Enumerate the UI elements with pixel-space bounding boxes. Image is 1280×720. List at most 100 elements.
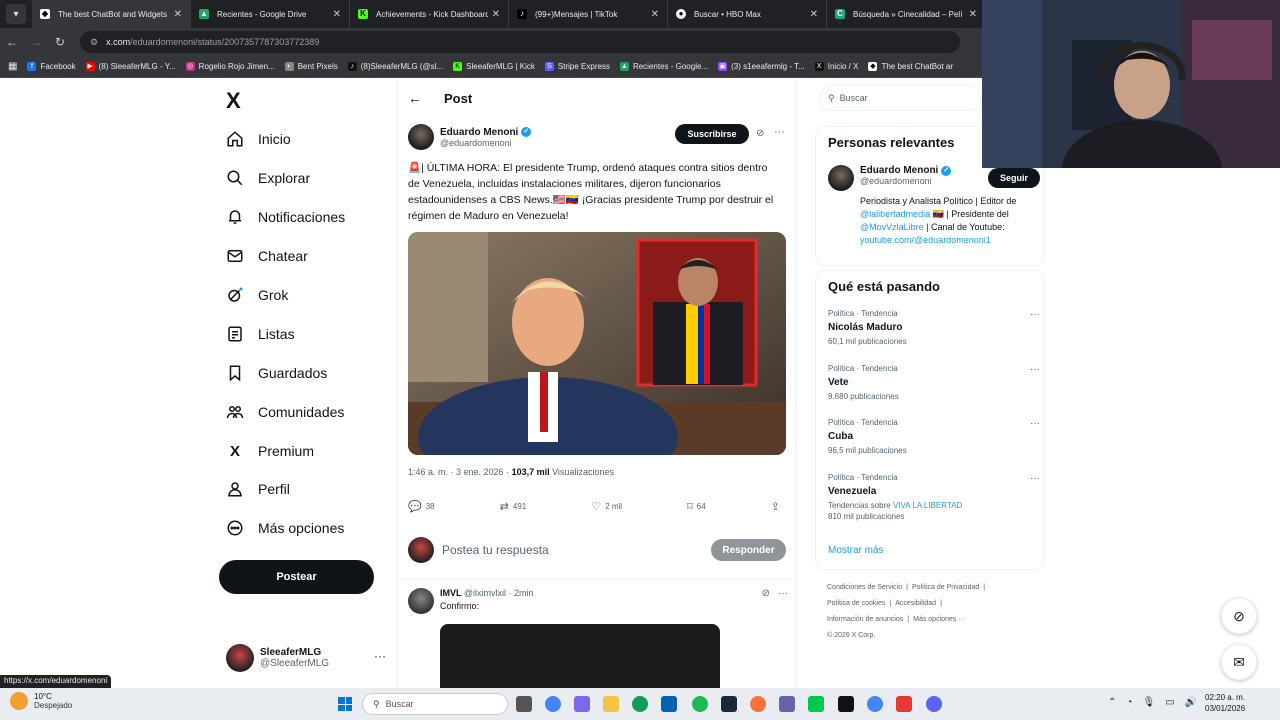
bookmark-item[interactable]: f Facebook <box>27 62 76 71</box>
close-tab-icon[interactable]: ✕ <box>174 9 182 20</box>
weather-widget[interactable]: 10°C Despejado <box>10 692 72 710</box>
footer-link[interactable]: Información de anuncios <box>827 616 903 623</box>
close-tab-icon[interactable]: ✕ <box>651 9 659 20</box>
x-logo-icon[interactable]: X <box>226 88 241 114</box>
trend-item[interactable]: Política · Tendencia Cuba 96,5 mil publi… <box>828 418 1040 455</box>
close-tab-icon[interactable]: ✕ <box>810 9 818 20</box>
chrome-icon[interactable] <box>545 696 561 712</box>
grok-icon[interactable]: ⊘ <box>756 128 764 139</box>
app-icon[interactable] <box>808 696 824 712</box>
messages-floating-button[interactable]: ✉ <box>1221 644 1257 680</box>
post-button[interactable]: Postear <box>219 560 374 594</box>
more-horizontal-icon[interactable]: ··· <box>1030 364 1040 375</box>
sidebar-item-comunidades[interactable]: Comunidades <box>226 403 344 421</box>
reload-icon[interactable]: ↻ <box>48 35 72 49</box>
post-image[interactable] <box>408 232 786 455</box>
user-name[interactable]: Eduardo Menoni <box>860 165 938 176</box>
file-explorer-icon[interactable] <box>603 696 619 712</box>
reply-author-name[interactable]: IMVL <box>440 588 461 598</box>
browser-tab[interactable]: C Búsqueda » Cinecalidad – Pelí ✕ <box>827 0 986 28</box>
reply-image[interactable] <box>440 624 720 694</box>
footer-link[interactable]: Política de Privacidad <box>912 584 979 591</box>
discord-icon[interactable] <box>926 696 942 712</box>
author-name[interactable]: Eduardo Menoni <box>440 127 518 138</box>
share-action[interactable]: ⇪ <box>771 500 784 513</box>
footer-link[interactable]: Política de cookies <box>827 600 885 607</box>
relevant-user[interactable]: Eduardo Menoni ✓ @eduardomenoni <box>828 165 952 191</box>
firefox-icon[interactable] <box>750 696 766 712</box>
bookmark-action[interactable]: ⌑ 64 <box>687 500 706 513</box>
clock[interactable]: 02:20 a. m. 03/01/2026 <box>1205 692 1245 714</box>
sidebar-item-inicio[interactable]: Inicio <box>226 130 291 148</box>
more-horizontal-icon[interactable]: ··· <box>1030 418 1040 429</box>
reply-action[interactable]: 💬 38 <box>408 500 435 513</box>
footer-link[interactable]: Accesibilidad <box>895 600 936 607</box>
close-tab-icon[interactable]: ✕ <box>492 9 500 20</box>
edge-icon[interactable] <box>632 696 648 712</box>
trend-item[interactable]: Política · Tendencia Venezuela Tendencia… <box>828 473 1040 521</box>
windows-start-icon[interactable] <box>338 697 352 711</box>
bookmark-item[interactable]: K SleeaferMLG | Kick <box>453 62 535 71</box>
url-bar[interactable]: ⚙ x.com/eduardomenoni/status/20073577873… <box>80 31 960 53</box>
bookmark-item[interactable]: ▶ (8) SleeaferMLG - Y... <box>85 62 176 71</box>
bookmark-item[interactable]: ◆ The best ChatBot ar <box>868 62 953 71</box>
bookmark-item[interactable]: ▣ (3) s1eeafermlg - T... <box>718 62 805 71</box>
tab-search-menu-icon[interactable]: ▾ <box>6 4 26 24</box>
show-more-link[interactable]: Mostrar más <box>828 545 884 556</box>
back-arrow-icon[interactable]: ← <box>408 90 422 106</box>
bookmark-item[interactable]: ♪ (8)SleeaferMLG (@sl... <box>347 62 443 71</box>
spotify-icon[interactable] <box>692 696 708 712</box>
more-horizontal-icon[interactable]: ··· <box>1030 473 1040 484</box>
bookmark-item[interactable]: ▲ Recientes - Google... <box>619 62 708 71</box>
chrome-icon[interactable] <box>867 696 883 712</box>
footer-link[interactable]: Condiciones de Servicio <box>827 584 902 591</box>
bio-link[interactable]: @MovVzlaLibre <box>860 222 924 232</box>
reply-button[interactable]: Responder <box>711 539 786 561</box>
close-tab-icon[interactable]: ✕ <box>969 9 977 20</box>
microphone-icon[interactable]: 🎙 <box>1142 697 1155 708</box>
reply-author-handle[interactable]: @ilximvlxil <box>464 588 506 598</box>
like-action[interactable]: ♡ 2 mil <box>591 500 622 513</box>
avatar[interactable] <box>828 165 854 191</box>
post-timestamp[interactable]: 1:46 a. m. · 3 ene. 2026 · <box>408 467 512 477</box>
apps-grid-icon[interactable]: ▦ <box>8 61 17 72</box>
sidebar-item-listas[interactable]: Listas <box>226 325 295 343</box>
grok-icon[interactable]: ⊘ <box>762 588 770 614</box>
subscribe-button[interactable]: Suscribirse <box>675 124 749 144</box>
reply-avatar[interactable] <box>408 588 434 614</box>
store-icon[interactable] <box>661 696 677 712</box>
bookmark-item[interactable]: ◎ Rogelio Rojo Jimen... <box>185 62 275 71</box>
footer-link[interactable]: Más opciones ··· <box>913 616 965 623</box>
repost-action[interactable]: ⇄ 491 <box>500 500 527 513</box>
task-view-icon[interactable] <box>516 696 532 712</box>
back-arrow-icon[interactable]: ← <box>0 35 24 49</box>
chevron-up-icon[interactable]: ⌃ <box>1108 697 1116 708</box>
copilot-icon[interactable] <box>574 696 590 712</box>
more-horizontal-icon[interactable]: ··· <box>774 126 785 138</box>
trend-item[interactable]: Política · Tendencia Vete 9.680 publicac… <box>828 364 1040 401</box>
bookmark-item[interactable]: S Stripe Express <box>544 62 610 71</box>
sidebar-item-mas-opciones[interactable]: Más opciones <box>226 519 344 537</box>
network-app-icon[interactable]: ◔ <box>1126 697 1132 708</box>
site-info-icon[interactable]: ⚙ <box>90 37 98 48</box>
teams-icon[interactable] <box>779 696 795 712</box>
steam-icon[interactable] <box>721 696 737 712</box>
more-horizontal-icon[interactable]: ··· <box>778 588 788 614</box>
sidebar-item-guardados[interactable]: Guardados <box>226 364 327 382</box>
browser-tab[interactable]: ● Buscar • HBO Max ✕ <box>668 0 827 28</box>
search-input[interactable]: ⚲ Buscar <box>819 85 981 111</box>
browser-tab[interactable]: ♪ (99+)Mensajes | TikTok ✕ <box>509 0 668 28</box>
account-switcher[interactable]: SleeaferMLG @SleeaferMLG ··· <box>226 643 386 673</box>
follow-button[interactable]: Seguir <box>988 168 1040 188</box>
author-handle[interactable]: @eduardomenoni <box>440 138 531 148</box>
browser-tab[interactable]: ▲ Recientes - Google Drive ✕ <box>191 0 350 28</box>
sidebar-item-premium[interactable]: X Premium <box>226 442 314 460</box>
tiktok-icon[interactable] <box>838 696 854 712</box>
browser-tab[interactable]: K Achievements - Kick Dashboard ✕ <box>350 0 509 28</box>
sidebar-item-notificaciones[interactable]: Notificaciones <box>226 208 345 226</box>
bookmark-item[interactable]: ◐ Bent Pixels <box>284 62 338 71</box>
post-author[interactable]: Eduardo Menoni ✓ @eduardomenoni <box>408 124 532 150</box>
app-icon[interactable] <box>896 696 912 712</box>
browser-tab[interactable]: ◆ The best ChatBot and Widgets ✕ <box>32 0 191 28</box>
grok-floating-button[interactable]: ⊘ <box>1221 598 1257 634</box>
